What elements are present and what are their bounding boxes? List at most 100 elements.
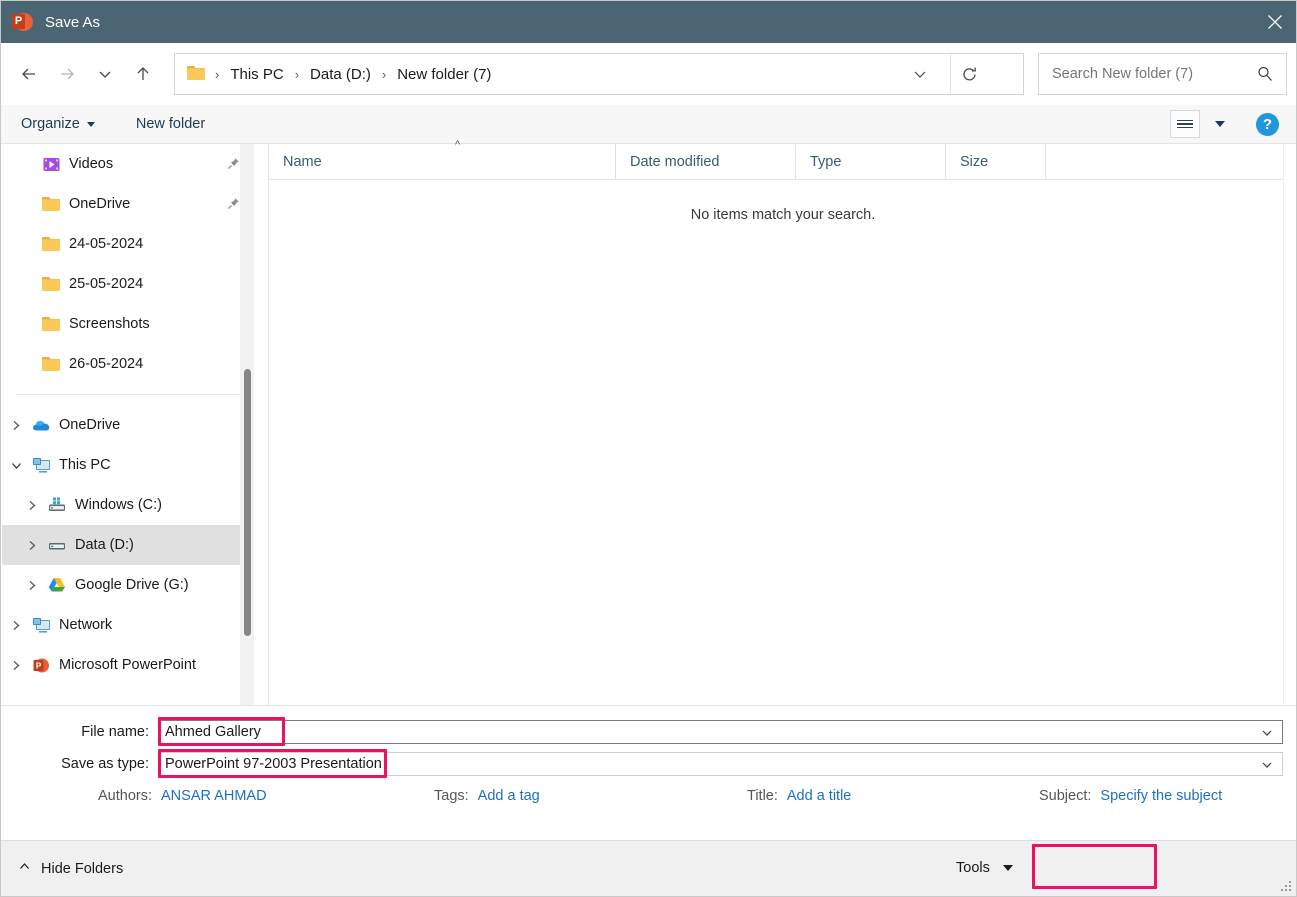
sidebar-item-label: Google Drive (G:): [75, 577, 189, 593]
sidebar-item-windows-c[interactable]: Windows (C:): [2, 485, 254, 525]
search-icon: [1256, 65, 1274, 88]
save-as-type-label: Save as type:: [61, 756, 149, 772]
tools-button[interactable]: Tools: [956, 860, 1013, 876]
sidebar-item-24-05-2024[interactable]: 24-05-2024: [2, 224, 254, 264]
expander-collapsed-icon[interactable]: [2, 605, 30, 645]
navigation-bar: › This PC › Data (D:) › New folder (7) S…: [1, 43, 1296, 105]
organize-button[interactable]: Organize: [21, 116, 95, 132]
chevron-down-icon[interactable]: [1260, 758, 1274, 777]
view-options-button[interactable]: [1170, 110, 1200, 138]
view-options-dropdown[interactable]: [1211, 110, 1229, 138]
tools-label: Tools: [956, 860, 990, 876]
column-label: Name: [283, 153, 322, 170]
resize-grip-icon[interactable]: [1281, 881, 1293, 893]
sidebar-item-google-drive-g[interactable]: Google Drive (G:): [2, 565, 254, 605]
pin-icon[interactable]: [227, 197, 240, 215]
command-bar: Organize New folder ?: [1, 105, 1296, 144]
save-as-dialog: P Save As › This PC › Data (D:) › New fo…: [0, 0, 1297, 897]
breadcrumb-item-new-folder[interactable]: New folder (7): [394, 64, 494, 85]
forward-arrow-icon: [61, 68, 74, 80]
tags-value[interactable]: Add a tag: [478, 788, 540, 804]
sort-ascending-icon: ^: [455, 138, 461, 151]
sidebar-scrollbar-thumb[interactable]: [244, 369, 251, 636]
forward-button[interactable]: [48, 55, 86, 93]
folder-icon: [187, 66, 207, 82]
refresh-button[interactable]: [951, 54, 987, 94]
search-box[interactable]: Search New folder (7): [1038, 53, 1287, 95]
new-folder-label: New folder: [135, 116, 206, 132]
chevron-down-icon[interactable]: [1260, 726, 1274, 745]
sidebar-item-microsoft-powerpoint[interactable]: P Microsoft PowerPoint: [2, 645, 254, 685]
save-as-type-select[interactable]: PowerPoint 97-2003 Presentation: [158, 752, 1283, 776]
column-header-type[interactable]: Type: [796, 143, 946, 180]
folder-icon: [40, 274, 62, 294]
sidebar-item-26-05-2024[interactable]: 26-05-2024: [2, 344, 254, 384]
up-button[interactable]: [124, 55, 162, 93]
sidebar-item-onedrive-folder[interactable]: OneDrive: [2, 184, 254, 224]
help-button[interactable]: ?: [1256, 112, 1279, 136]
sidebar-item-network[interactable]: Network: [2, 605, 254, 645]
windows-drive-icon: [46, 495, 68, 515]
sidebar-item-label: 24-05-2024: [69, 236, 144, 252]
breadcrumb-dropdown-button[interactable]: [903, 54, 937, 94]
expander-collapsed-icon[interactable]: [2, 645, 30, 685]
up-arrow-icon: [137, 67, 149, 80]
back-arrow-icon: [22, 68, 35, 80]
sidebar-item-data-d[interactable]: Data (D:): [2, 525, 254, 565]
chevron-down-icon: [1002, 865, 1013, 871]
folder-icon: [40, 194, 62, 214]
column-header-row: Name ^ Date modified Type Size: [269, 139, 1296, 180]
navigation-sidebar[interactable]: Videos OneDrive 24-05-2024 25-05-2024 Sc…: [2, 144, 254, 705]
drive-icon: [46, 535, 68, 555]
dialog-footer: Hide Folders Tools Save Cancel: [1, 840, 1296, 896]
file-list-pane: Name ^ Date modified Type Size No items …: [269, 139, 1296, 705]
sidebar-item-screenshots[interactable]: Screenshots: [2, 304, 254, 344]
sidebar-item-label: Windows (C:): [75, 497, 163, 513]
title-value[interactable]: Add a title: [787, 788, 852, 804]
sidebar-item-label: Data (D:): [75, 537, 134, 553]
sidebar-item-label: Network: [59, 617, 113, 633]
search-input[interactable]: Search New folder (7): [1052, 66, 1193, 82]
file-list-scrollbar[interactable]: [1283, 144, 1296, 705]
breadcrumb-separator: ›: [381, 66, 387, 82]
breadcrumb-bar[interactable]: › This PC › Data (D:) › New folder (7): [174, 53, 1024, 95]
file-name-value: Ahmed Gallery: [165, 724, 261, 740]
sidebar-item-videos[interactable]: Videos: [2, 144, 254, 184]
pin-icon[interactable]: [227, 157, 240, 175]
sidebar-item-this-pc[interactable]: This PC: [2, 445, 254, 485]
column-header-name[interactable]: Name ^: [269, 139, 616, 180]
sidebar-item-onedrive[interactable]: OneDrive: [2, 405, 254, 445]
sidebar-item-label: Videos: [69, 156, 114, 172]
recent-locations-button[interactable]: [86, 55, 124, 93]
column-header-date-modified[interactable]: Date modified: [616, 143, 796, 180]
expander-collapsed-icon[interactable]: [2, 405, 30, 445]
authors-label: Authors:: [98, 788, 152, 804]
sidebar-separator: [16, 394, 240, 395]
folder-icon: [40, 314, 62, 334]
chevron-down-icon: [914, 71, 926, 78]
back-button[interactable]: [10, 55, 48, 93]
empty-list-message: No items match your search.: [690, 207, 876, 223]
breadcrumb-item-data-d[interactable]: Data (D:): [307, 64, 374, 85]
new-folder-button[interactable]: New folder: [136, 116, 205, 132]
breadcrumb-item-this-pc[interactable]: This PC: [227, 64, 286, 85]
help-icon: ?: [1262, 115, 1273, 133]
view-list-icon: [1177, 119, 1193, 122]
expander-collapsed-icon[interactable]: [18, 565, 46, 605]
powerpoint-icon: P: [12, 11, 34, 33]
expander-collapsed-icon[interactable]: [18, 485, 46, 525]
title-bar: P Save As: [1, 1, 1296, 43]
powerpoint-icon: P: [30, 655, 52, 675]
file-name-input[interactable]: Ahmed Gallery: [158, 720, 1283, 744]
sidebar-item-25-05-2024[interactable]: 25-05-2024: [2, 264, 254, 304]
hide-folders-button[interactable]: Hide Folders: [18, 860, 123, 878]
expander-collapsed-icon[interactable]: [18, 525, 46, 565]
expander-expanded-icon[interactable]: [2, 445, 30, 485]
authors-value[interactable]: ANSAR AHMAD: [161, 788, 267, 804]
subject-value[interactable]: Specify the subject: [1100, 788, 1222, 804]
sidebar-item-label: 25-05-2024: [69, 276, 144, 292]
column-header-size[interactable]: Size: [946, 143, 1046, 180]
sidebar-scrollbar[interactable]: [240, 144, 254, 705]
sidebar-item-label: OneDrive: [59, 417, 121, 433]
close-button[interactable]: [1251, 1, 1296, 43]
